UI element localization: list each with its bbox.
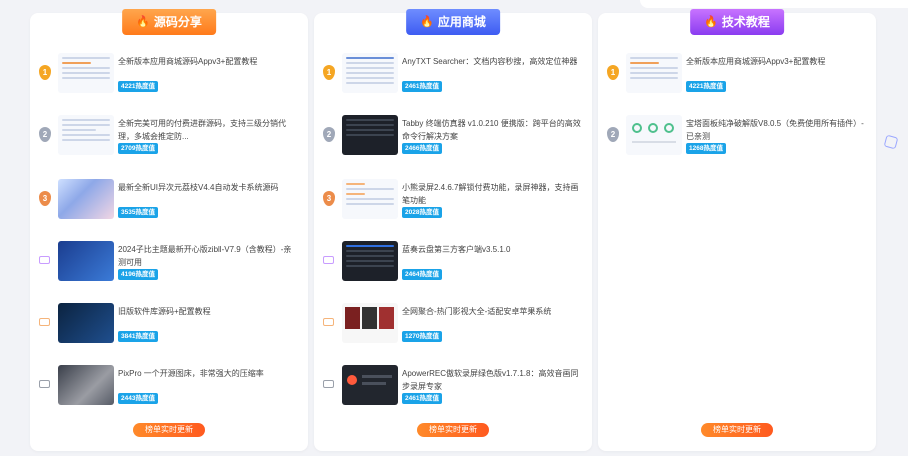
realtime-update-button[interactable]: 榜单实时更新 (701, 423, 773, 437)
board-title-ribbon[interactable]: 🔥 源码分享 (122, 9, 216, 35)
heat-badge: 4196热度值 (118, 269, 158, 280)
item-title[interactable]: 全网聚合-热门影视大全-适配安卓苹果系统 (402, 305, 582, 318)
heat-badge: 3535热度值 (118, 207, 158, 218)
tv-icon (323, 318, 334, 326)
tv-icon (323, 380, 334, 388)
list-item[interactable]: 2 全新完美可用的付费进群源码，支持三级分销代理，多城会推定防... 2709热… (30, 115, 308, 159)
rank-medal-icon: 1 (607, 65, 619, 80)
item-thumbnail[interactable] (342, 365, 398, 405)
rank-medal-icon: 2 (607, 127, 619, 142)
tv-icon (323, 256, 334, 264)
heat-badge: 4221热度值 (118, 81, 158, 92)
rank-medal-icon: 1 (39, 65, 51, 80)
item-title[interactable]: 蓝奏云盘第三方客户端v3.5.1.0 (402, 243, 582, 256)
header-edge (640, 0, 908, 8)
item-title[interactable]: 全新版本应用商城源码Appv3+配置教程 (686, 55, 866, 68)
item-thumbnail[interactable] (342, 303, 398, 343)
heat-badge: 2461热度值 (402, 393, 442, 404)
list-item[interactable]: 旧版软件库源码+配置教程 3841热度值 (30, 303, 308, 347)
ranking-board-source-code: 🔥 源码分享 1 全新版本应用商城源码Appv3+配置教程 4221热度值 2 … (30, 9, 308, 451)
heat-badge: 1270热度值 (402, 331, 442, 342)
item-thumbnail[interactable] (342, 179, 398, 219)
heat-badge: 2464热度值 (402, 269, 442, 280)
list-item[interactable]: 1 全新版本应用商城源码Appv3+配置教程 4221热度值 (30, 53, 308, 97)
floating-widget-icon[interactable] (883, 134, 899, 150)
board-title: 源码分享 (153, 15, 202, 29)
item-thumbnail[interactable] (58, 53, 114, 93)
list-item[interactable]: 1 全新版本应用商城源码Appv3+配置教程 4221热度值 (598, 53, 876, 97)
item-thumbnail[interactable] (342, 241, 398, 281)
item-thumbnail[interactable] (58, 241, 114, 281)
heat-badge: 2466热度值 (402, 143, 442, 154)
tv-icon (39, 380, 50, 388)
fire-icon: 🔥 (704, 16, 718, 28)
item-thumbnail[interactable] (342, 53, 398, 93)
rank-medal-icon: 3 (39, 191, 51, 206)
heat-badge: 4221热度值 (686, 81, 726, 92)
item-title[interactable]: 全新完美可用的付费进群源码，支持三级分销代理，多城会推定防... (118, 117, 298, 143)
rank-medal-icon: 2 (39, 127, 51, 142)
rank-medal-icon: 1 (323, 65, 335, 80)
item-title[interactable]: 宝塔面板纯净破解版V8.0.5（免费使用所有插件）-已亲测 (686, 117, 866, 143)
item-title[interactable]: 旧版软件库源码+配置教程 (118, 305, 298, 318)
board-title-ribbon[interactable]: 🔥 应用商城 (406, 9, 500, 35)
heat-badge: 3841热度值 (118, 331, 158, 342)
list-item[interactable]: 1 AnyTXT Searcher：文档内容秒搜，高效定位神器 2461热度值 (314, 53, 592, 97)
list-item[interactable]: 3 最新全新UI异次元荔枝V4.4自动发卡系统源码 3535热度值 (30, 179, 308, 223)
item-title[interactable]: PixPro 一个开源图床，非常强大的压缩率 (118, 367, 298, 380)
item-thumbnail[interactable] (626, 53, 682, 93)
tv-icon (39, 256, 50, 264)
rank-medal-icon: 3 (323, 191, 335, 206)
heat-badge: 2028热度值 (402, 207, 442, 218)
item-title[interactable]: 小熊录屏2.4.6.7解锁付费功能，录屏神器，支持画笔功能 (402, 181, 582, 207)
board-title: 技术教程 (721, 15, 770, 29)
list-item[interactable]: 2 Tabby 终端仿真器 v1.0.210 便携版：跨平台的高效命令行解决方案… (314, 115, 592, 159)
item-thumbnail[interactable] (58, 365, 114, 405)
item-title[interactable]: 最新全新UI异次元荔枝V4.4自动发卡系统源码 (118, 181, 298, 194)
list-item[interactable]: ApowerREC傲软录屏绿色版v1.7.1.8：高效音画同步录屏专家 2461… (314, 365, 592, 409)
list-item[interactable]: 蓝奏云盘第三方客户端v3.5.1.0 2464热度值 (314, 241, 592, 285)
list-item[interactable]: PixPro 一个开源图床，非常强大的压缩率 2443热度值 (30, 365, 308, 409)
realtime-update-button[interactable]: 榜单实时更新 (417, 423, 489, 437)
list-item[interactable]: 2024子比主题最新开心版zibll-V7.9（含教程）-亲测可用 4196热度… (30, 241, 308, 285)
list-item[interactable]: 全网聚合-热门影视大全-适配安卓苹果系统 1270热度值 (314, 303, 592, 347)
item-thumbnail[interactable] (626, 115, 682, 155)
item-thumbnail[interactable] (58, 303, 114, 343)
board-title: 应用商城 (437, 15, 486, 29)
item-title[interactable]: AnyTXT Searcher：文档内容秒搜，高效定位神器 (402, 55, 582, 68)
item-title[interactable]: 全新版本应用商城源码Appv3+配置教程 (118, 55, 298, 68)
fire-icon: 🔥 (136, 16, 150, 28)
item-thumbnail[interactable] (342, 115, 398, 155)
item-title[interactable]: Tabby 终端仿真器 v1.0.210 便携版：跨平台的高效命令行解决方案 (402, 117, 582, 143)
board-title-ribbon[interactable]: 🔥 技术教程 (690, 9, 784, 35)
heat-badge: 2461热度值 (402, 81, 442, 92)
heat-badge: 2443热度值 (118, 393, 158, 404)
rank-medal-icon: 2 (323, 127, 335, 142)
item-thumbnail[interactable] (58, 179, 114, 219)
heat-badge: 2709热度值 (118, 143, 158, 154)
fire-icon: 🔥 (420, 16, 434, 28)
item-thumbnail[interactable] (58, 115, 114, 155)
item-title[interactable]: ApowerREC傲软录屏绿色版v1.7.1.8：高效音画同步录屏专家 (402, 367, 582, 393)
realtime-update-button[interactable]: 榜单实时更新 (133, 423, 205, 437)
list-item[interactable]: 3 小熊录屏2.4.6.7解锁付费功能，录屏神器，支持画笔功能 2028热度值 (314, 179, 592, 223)
heat-badge: 1268热度值 (686, 143, 726, 154)
item-title[interactable]: 2024子比主题最新开心版zibll-V7.9（含教程）-亲测可用 (118, 243, 298, 269)
tv-icon (39, 318, 50, 326)
ranking-board-app-store: 🔥 应用商城 1 AnyTXT Searcher：文档内容秒搜，高效定位神器 2… (314, 9, 592, 451)
list-item[interactable]: 2 宝塔面板纯净破解版V8.0.5（免费使用所有插件）-已亲测 1268热度值 (598, 115, 876, 159)
ranking-board-tutorials: 🔥 技术教程 1 全新版本应用商城源码Appv3+配置教程 4221热度值 2 … (598, 9, 876, 451)
